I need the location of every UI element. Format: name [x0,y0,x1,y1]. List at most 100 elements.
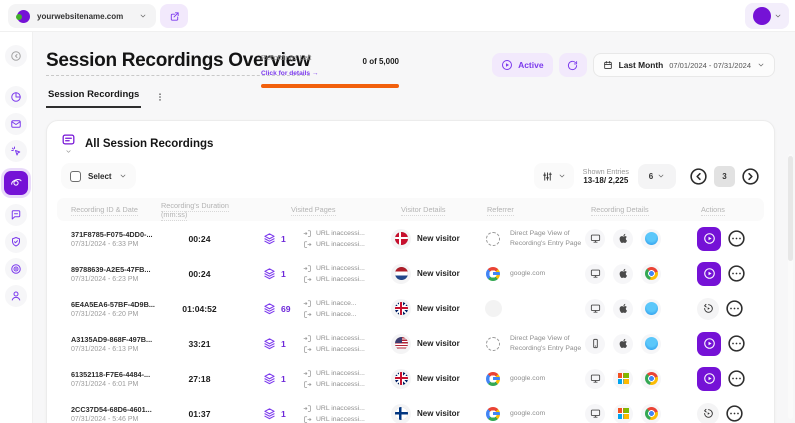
chrome-icon [641,369,661,389]
row-more-button[interactable] [725,299,744,318]
collapse-sidebar-icon [10,50,22,62]
referrer-text: google.com [510,269,545,279]
table-row[interactable]: 61352118-F7E6-4484-... 07/31/2024 - 6:01… [57,361,764,396]
next-page-button[interactable] [741,167,760,186]
layers-icon [263,407,276,420]
play-recording-button[interactable] [697,367,721,391]
entry-page-icon [303,404,312,413]
card-header: All Session Recordings [47,121,774,158]
recording-duration: 33:21 [152,339,247,349]
page-size-select[interactable]: 6 [638,164,676,189]
period-label: Last Month [619,60,664,70]
columns-filter-button[interactable] [534,163,574,189]
referrer-icon [483,229,503,249]
open-site-button[interactable] [160,4,188,28]
recording-duration: 00:24 [152,269,247,279]
visited-pages-count: 1 [281,339,286,349]
sidebar-item-goals[interactable] [5,258,27,280]
scrollbar[interactable] [788,154,793,419]
mail-icon [10,118,22,130]
col-visitor-details: Visitor Details [401,205,445,216]
country-flag-icon [391,334,411,354]
chevron-down-icon [774,12,782,20]
chevron-down-icon [558,172,566,180]
google-icon [486,372,500,386]
safari-icon [641,334,661,354]
session-recording-icon [10,177,22,189]
layers-icon [263,302,276,315]
visited-pages-count: 1 [281,234,286,244]
play-recording-button[interactable] [697,262,721,286]
active-status-button[interactable]: Active [492,53,553,77]
card-title: All Session Recordings [85,138,213,150]
visitor-type: New visitor [417,374,460,383]
refresh-button[interactable] [559,53,587,77]
sidebar-item-session-recordings[interactable] [4,171,28,195]
recording-duration: 01:04:52 [152,304,247,314]
exit-page-icon [303,345,312,354]
table-row[interactable]: 371F8785-F075-4DD0-... 07/31/2024 - 6:33… [57,221,764,256]
chat-icon [10,209,22,221]
entry-page-icon [303,229,312,238]
desktop-icon [585,264,605,284]
row-more-button[interactable] [725,404,744,423]
recordings-card: All Session Recordings Select Shown Entr… [46,120,775,423]
referrer-icon [483,334,503,354]
sidebar-item-click-tracking[interactable] [5,140,27,162]
windows-icon [613,369,633,389]
tab-session-recordings[interactable]: Session Recordings [46,89,141,108]
layers-icon [263,232,276,245]
visited-pages-count: 1 [281,374,286,384]
prev-page-button[interactable] [689,167,708,186]
date-range-picker[interactable]: Last Month 07/01/2024 - 07/31/2024 [593,53,775,77]
sidebar-item-email[interactable] [5,113,27,135]
select-all-control[interactable]: Select [61,163,136,189]
row-more-button[interactable] [727,369,746,388]
apple-icon [613,334,633,354]
layers-icon [263,337,276,350]
pagination: 3 [689,166,760,187]
app-window: yourwebsitename.com Session Recordings O… [0,0,795,423]
row-more-button[interactable] [727,334,746,353]
sidebar-item-analytics[interactable] [5,86,27,108]
table-row[interactable]: 2CC37D54-68D6-4601... 07/31/2024 - 5:46 … [57,396,764,423]
table-row[interactable]: A3135AD9-868F-497B... 07/31/2024 - 6:13 … [57,326,764,361]
sidebar-item-feedback[interactable] [5,204,27,226]
recording-id: 2CC37D54-68D6-4601... [71,405,152,414]
country-flag-icon [391,404,411,423]
calendar-icon [603,60,613,70]
play-recording-button[interactable] [697,332,721,356]
tab-menu-button[interactable] [155,90,165,104]
play-recording-button[interactable] [697,227,721,251]
user-menu[interactable] [745,3,789,29]
click-icon [10,145,22,157]
row-more-button[interactable] [727,229,746,248]
chevron-down-icon [119,172,127,180]
row-more-button[interactable] [727,264,746,283]
table-row[interactable]: 6E4A5EA6-57BF-4D9B... 07/31/2024 - 6:20 … [57,291,764,326]
country-flag-icon [391,299,411,319]
layers-icon [263,372,276,385]
header-controls: Active Last Month 07/01/2024 - 07/31/202… [492,53,775,77]
chevron-down-icon [657,172,665,180]
play-circle-icon [501,59,513,71]
external-link-icon [169,11,180,22]
sidebar-item-collapse[interactable] [5,45,27,67]
entry-page-icon [303,369,312,378]
shown-entries: Shown Entries 13-18/ 2,225 [583,167,629,186]
top-bar: yourwebsitename.com [0,0,795,32]
click-for-details-link[interactable]: Click for details → [261,70,319,77]
play-recording-button[interactable] [697,298,719,320]
sidebar-item-privacy[interactable] [5,231,27,253]
play-recording-button[interactable] [697,403,719,423]
table-header: Recording ID & Date Recording's Duration… [57,198,764,221]
select-checkbox[interactable] [70,171,81,182]
exit-url: URL inacce... [316,311,357,318]
table-row[interactable]: 89788639-A2E5-47FB... 07/31/2024 - 6:23 … [57,256,764,291]
recordings-left-count: 0 of 5,000 [363,57,399,66]
website-selector[interactable]: yourwebsitename.com [8,4,156,28]
main-content: Session Recordings Overview Recordings L… [33,32,795,423]
sidebar-item-visitors[interactable] [5,285,27,307]
visitor-type: New visitor [417,304,460,313]
visited-pages-count: 69 [281,304,291,314]
